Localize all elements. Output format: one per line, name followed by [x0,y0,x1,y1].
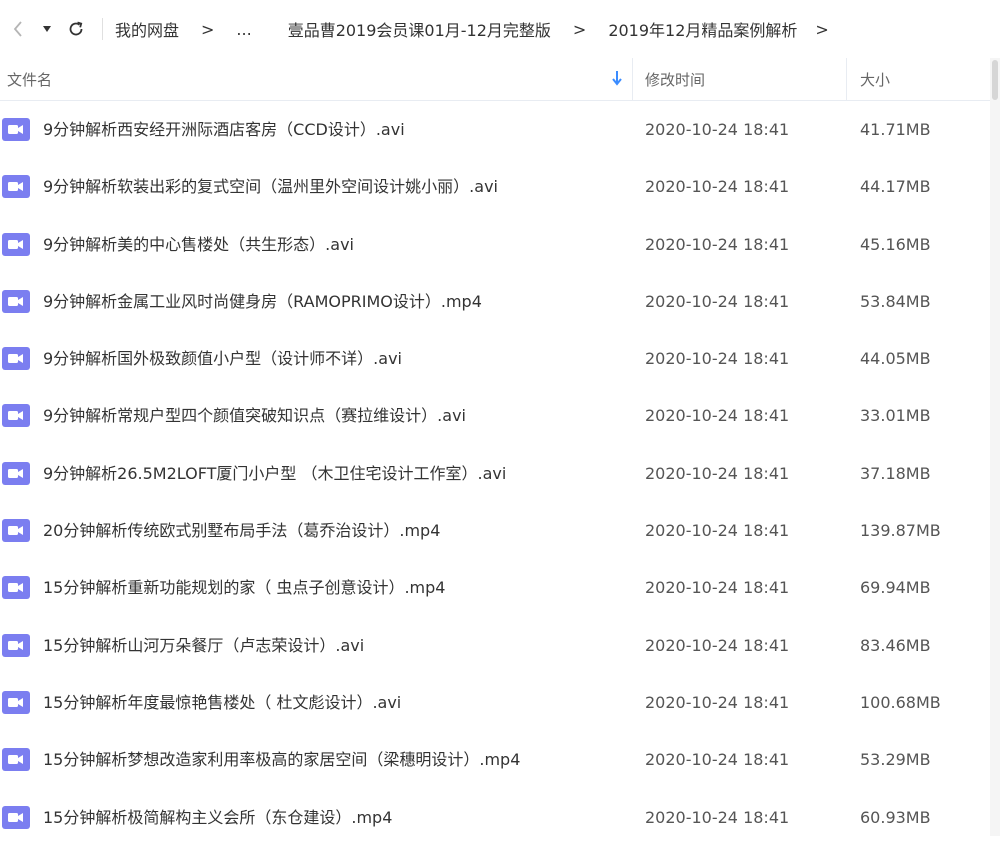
video-file-icon [2,805,30,829]
file-row[interactable]: 20分钟解析传统欧式别墅布局手法（葛乔治设计）.mp4 2020-10-24 18… [0,502,990,559]
video-file-icon [2,690,30,714]
breadcrumb-my-drive[interactable]: 我的网盘 [115,17,179,41]
file-name[interactable]: 15分钟解析山河万朵餐厅（卢志荣设计）.avi [43,617,364,674]
file-name[interactable]: 9分钟解析美的中心售楼处（共生形态）.avi [43,216,354,273]
file-size: 44.05MB [860,349,931,369]
file-modified-time: 2020-10-24 18:41 [645,406,790,426]
breadcrumb-separator: > [572,19,587,39]
file-name[interactable]: 9分钟解析软装出彩的复式空间（温州里外空间设计姚小丽）.avi [43,158,498,215]
file-row[interactable]: 15分钟解析年度最惊艳售楼处（ 杜文彪设计）.avi 2020-10-24 18:… [0,674,990,731]
file-size: 45.16MB [860,234,931,254]
file-size: 37.18MB [860,463,931,483]
file-row[interactable]: 9分钟解析美的中心售楼处（共生形态）.avi 2020-10-24 18:41 45… [0,216,990,273]
file-row[interactable]: 15分钟解析重新功能规划的家（ 虫点子创意设计）.mp4 2020-10-24 1… [0,559,990,616]
file-modified-time: 2020-10-24 18:41 [645,807,790,827]
video-file-icon [2,576,30,600]
file-modified-time: 2020-10-24 18:41 [645,635,790,655]
video-file-icon [2,289,30,313]
file-modified-time: 2020-10-24 18:41 [645,521,790,541]
file-row[interactable]: 15分钟解析山河万朵餐厅（卢志荣设计）.avi 2020-10-24 18:41 8… [0,617,990,674]
file-row[interactable]: 9分钟解析国外极致颜值小户型（设计师不详）.avi 2020-10-24 18:4… [0,330,990,387]
refresh-icon[interactable] [58,0,94,58]
video-file-icon [2,519,30,543]
file-size: 100.68MB [860,692,941,712]
file-size: 69.94MB [860,578,931,598]
sort-descending-icon[interactable] [611,70,623,90]
file-row[interactable]: 15分钟解析梦想改造家利用率极高的家居空间（梁穗明设计）.mp4 2020-10-… [0,731,990,788]
file-size: 53.84MB [860,291,931,311]
breadcrumb-separator[interactable]: > [815,20,828,39]
file-modified-time: 2020-10-24 18:41 [645,177,790,197]
file-modified-time: 2020-10-24 18:41 [645,692,790,712]
file-size: 33.01MB [860,406,931,426]
file-name[interactable]: 9分钟解析金属工业风时尚健身房（RAMOPRIMO设计）.mp4 [43,273,482,330]
file-name[interactable]: 15分钟解析梦想改造家利用率极高的家居空间（梁穗明设计）.mp4 [43,731,520,788]
breadcrumb-current-folder[interactable]: 2019年12月精品案例解析 [608,17,797,41]
file-modified-time: 2020-10-24 18:41 [645,349,790,369]
file-row[interactable]: 15分钟解析极简解构主义会所（东仓建设）.mp4 2020-10-24 18:41… [0,789,990,846]
file-name[interactable]: 15分钟解析重新功能规划的家（ 虫点子创意设计）.mp4 [43,559,445,616]
video-file-icon [2,633,30,657]
scrollbar-thumb[interactable] [992,60,998,100]
file-size: 139.87MB [860,521,941,541]
navigation-bar: 我的网盘 > ... 壹品曹2019会员课01月-12月完整版 > 2019年1… [0,0,1000,58]
file-modified-time: 2020-10-24 18:41 [645,234,790,254]
file-size: 83.46MB [860,635,931,655]
vertical-scrollbar[interactable] [990,58,1000,836]
history-dropdown-icon[interactable] [36,0,58,58]
video-file-icon [2,118,30,141]
file-modified-time: 2020-10-24 18:41 [645,120,790,139]
column-divider[interactable] [846,58,847,100]
file-modified-time: 2020-10-24 18:41 [645,750,790,770]
file-row[interactable]: 9分钟解析26.5M2LOFT厦门小户型 （木卫住宅设计工作室）.avi 2020… [0,445,990,502]
file-list: 9分钟解析西安经开洲际酒店客房（CCD设计）.avi 2020-10-24 18:… [0,101,990,846]
file-modified-time: 2020-10-24 18:41 [645,463,790,483]
video-file-icon [2,347,30,371]
file-name[interactable]: 9分钟解析常规户型四个颜值突破知识点（赛拉维设计）.avi [43,387,466,444]
video-file-icon [2,748,30,772]
video-file-icon [2,404,30,428]
file-name[interactable]: 9分钟解析26.5M2LOFT厦门小户型 （木卫住宅设计工作室）.avi [43,445,506,502]
breadcrumb-separator: > [201,19,215,39]
file-row[interactable]: 9分钟解析常规户型四个颜值突破知识点（赛拉维设计）.avi 2020-10-24 … [0,387,990,444]
back-arrow-icon[interactable] [0,0,36,58]
column-divider[interactable] [632,58,633,100]
file-row[interactable]: 9分钟解析软装出彩的复式空间（温州里外空间设计姚小丽）.avi 2020-10-2… [0,158,990,215]
breadcrumb-course-folder[interactable]: 壹品曹2019会员课01月-12月完整版 [288,17,551,41]
file-list-header: 文件名 修改时间 大小 [0,58,990,101]
video-file-icon [2,232,30,256]
column-header-modified-time[interactable]: 修改时间 [645,58,705,100]
file-modified-time: 2020-10-24 18:41 [645,578,790,598]
file-size: 60.93MB [860,807,931,827]
breadcrumb-ellipsis[interactable]: ... [236,20,251,39]
file-size: 44.17MB [860,177,931,197]
file-modified-time: 2020-10-24 18:41 [645,291,790,311]
column-header-size[interactable]: 大小 [860,58,890,100]
file-name[interactable]: 15分钟解析年度最惊艳售楼处（ 杜文彪设计）.avi [43,674,401,731]
file-size: 41.71MB [860,120,931,139]
video-file-icon [2,175,30,199]
file-row[interactable]: 9分钟解析金属工业风时尚健身房（RAMOPRIMO设计）.mp4 2020-10-… [0,273,990,330]
file-name[interactable]: 9分钟解析国外极致颜值小户型（设计师不详）.avi [43,330,402,387]
file-size: 53.29MB [860,750,931,770]
video-file-icon [2,461,30,485]
file-row[interactable]: 9分钟解析西安经开洲际酒店客房（CCD设计）.avi 2020-10-24 18:… [0,101,990,158]
file-name[interactable]: 9分钟解析西安经开洲际酒店客房（CCD设计）.avi [43,101,405,158]
file-name[interactable]: 20分钟解析传统欧式别墅布局手法（葛乔治设计）.mp4 [43,502,440,559]
column-header-name[interactable]: 文件名 [7,58,627,100]
file-name[interactable]: 15分钟解析极简解构主义会所（东仓建设）.mp4 [43,789,392,846]
toolbar-divider [102,18,103,40]
